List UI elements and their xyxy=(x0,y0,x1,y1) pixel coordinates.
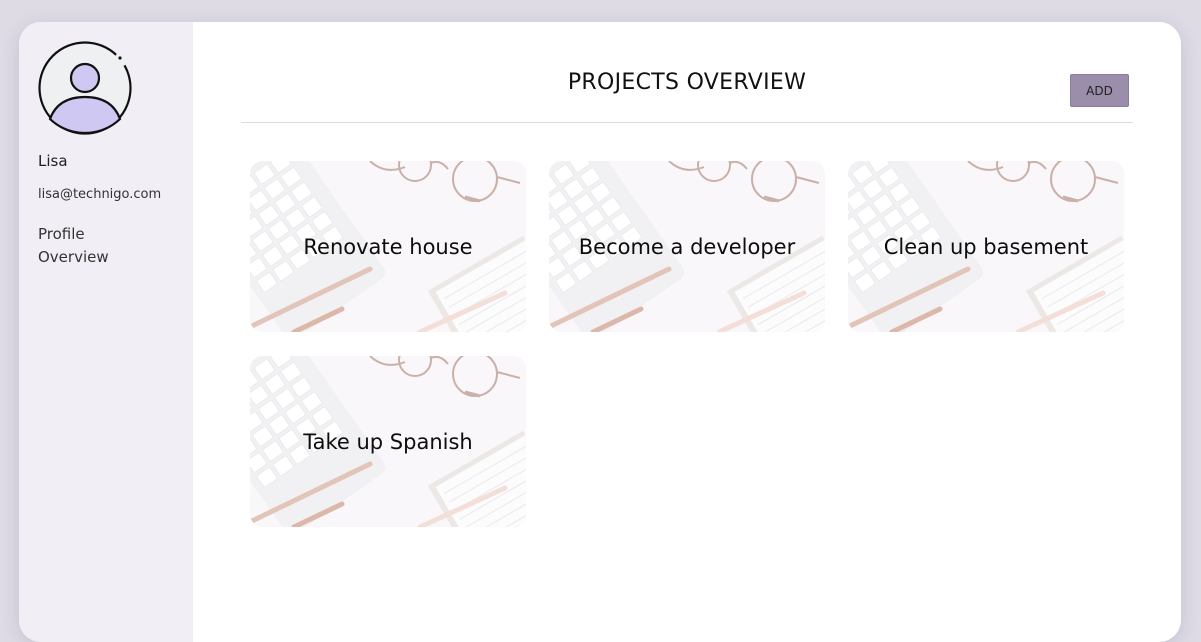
nav-link-profile[interactable]: Profile xyxy=(38,225,85,243)
user-name: Lisa xyxy=(38,152,68,170)
nav-link-overview[interactable]: Overview xyxy=(38,248,109,266)
project-card[interactable]: Become a developer xyxy=(549,161,825,332)
main-content: PROJECTS OVERVIEW ADD Renovate house Bec… xyxy=(193,22,1181,642)
add-project-button[interactable]: ADD xyxy=(1070,74,1129,107)
project-card[interactable]: Clean up basement xyxy=(848,161,1124,332)
project-title: Take up Spanish xyxy=(303,429,473,454)
project-card[interactable]: Take up Spanish xyxy=(250,356,526,527)
app-window: Lisa lisa@technigo.com Profile Overview … xyxy=(19,22,1181,642)
project-title: Become a developer xyxy=(578,234,796,259)
user-email: lisa@technigo.com xyxy=(38,187,162,202)
sidebar: Lisa lisa@technigo.com Profile Overview xyxy=(19,22,193,642)
project-title: Clean up basement xyxy=(883,234,1089,259)
user-avatar-icon[interactable] xyxy=(38,41,132,135)
header-divider xyxy=(241,122,1133,123)
project-title: Renovate house xyxy=(303,234,473,259)
project-card[interactable]: Renovate house xyxy=(250,161,526,332)
page-title: PROJECTS OVERVIEW xyxy=(567,70,807,95)
